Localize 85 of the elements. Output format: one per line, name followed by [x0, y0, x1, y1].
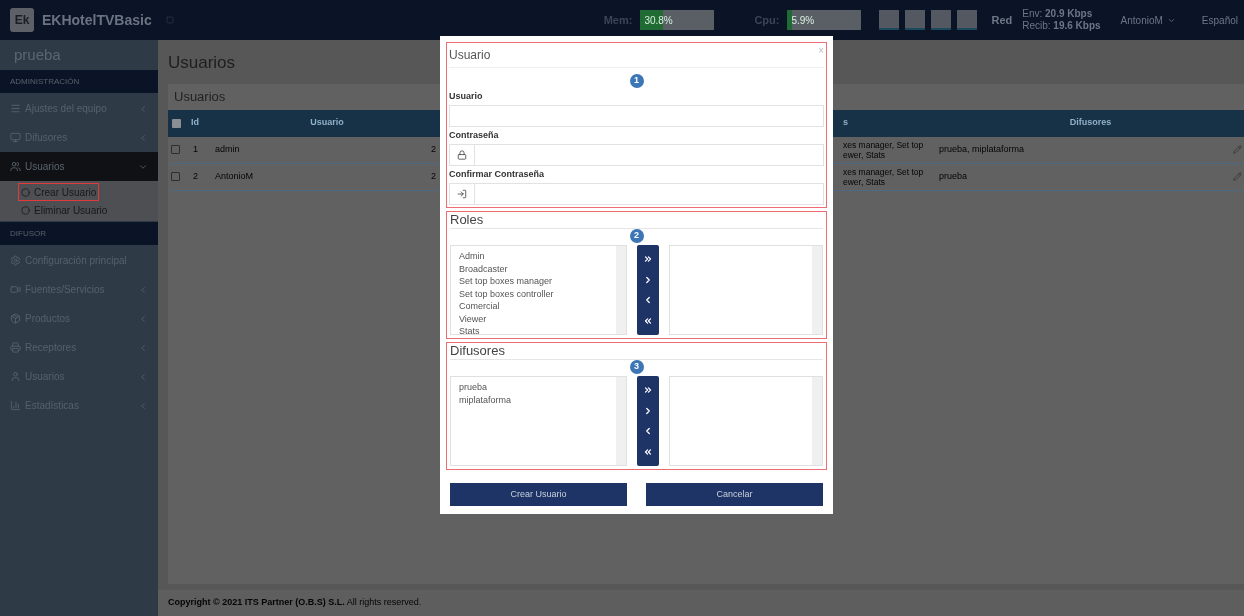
list-option[interactable]: Stats — [459, 325, 480, 338]
app-name: EKHotelTVBasic — [42, 10, 152, 30]
table-cell-text: AntonioM — [215, 169, 255, 183]
table-cell-text: admin — [215, 142, 241, 156]
sent-rate: Env: 20.9 Kbps — [1022, 8, 1094, 20]
row-checkbox[interactable] — [171, 145, 180, 154]
number-badge: 3 — [629, 360, 644, 374]
user-menu[interactable]: AntonioM — [1120, 12, 1176, 28]
selected-list[interactable] — [668, 376, 823, 466]
meter-reading: 30.8% — [644, 14, 673, 28]
menu-item-icon — [10, 284, 21, 295]
table-cell-text: prueba, miplataforma — [939, 142, 1026, 156]
list-option[interactable]: Set top boxes manager — [459, 275, 553, 288]
mini-graph — [931, 10, 952, 30]
received-rate: Recib: 19.6 Kbps — [1022, 20, 1101, 32]
row-checkbox[interactable] — [171, 172, 180, 181]
options-list[interactable]: Admin Broadcaster Set top boxes manager Set top boxes controller Comercial Viewer Stats — [450, 245, 627, 335]
number-badge: 2 — [629, 229, 644, 243]
list-option[interactable]: miplataforma — [459, 393, 512, 406]
arrow-button-icon[interactable] — [642, 446, 653, 457]
table-cell-text: xes manager, Set top ewer, Stats — [843, 166, 925, 187]
page-title: Usuarios — [167, 52, 237, 74]
menu-item-icon — [10, 161, 21, 172]
mini-graph — [879, 10, 900, 30]
sign-in-icon — [457, 189, 467, 199]
logo: Ek — [10, 8, 34, 32]
section-heading: DIFUSOR — [0, 222, 158, 245]
edit-icon[interactable] — [1233, 172, 1242, 181]
menu-item-icon — [10, 132, 21, 143]
field-label: Confirmar Contraseña — [449, 168, 546, 180]
menu-item-icon — [10, 313, 21, 324]
copyright-text: Copyright © 2021 ITS Partner (O.B.S) S.L. All rights reserved. — [168, 596, 422, 610]
menu-item-icon — [10, 342, 21, 353]
list-option[interactable]: Set top boxes controller — [459, 287, 554, 300]
input-field[interactable] — [449, 144, 824, 166]
arrow-button-icon[interactable] — [642, 254, 653, 265]
caret-icon — [138, 313, 148, 324]
table-cell-text: xes manager, Set top ewer, Stats — [843, 139, 925, 160]
selected-list[interactable] — [668, 245, 823, 335]
language-menu[interactable]: Español — [1201, 12, 1238, 28]
card-title: Usuarios — [173, 87, 227, 106]
list-option[interactable]: Comercial — [459, 300, 500, 313]
menu-item-icon — [10, 255, 21, 266]
options-list[interactable]: prueba miplataforma — [450, 376, 627, 466]
mini-graph — [905, 10, 926, 30]
toggle-icon[interactable] — [166, 16, 174, 24]
caret-icon — [138, 371, 148, 382]
section-heading: ADMINISTRACIÓN — [0, 70, 158, 93]
table-cell-text: 2 — [431, 142, 437, 156]
arrow-button-icon[interactable] — [642, 315, 653, 326]
list-option[interactable]: Broadcaster — [459, 262, 508, 275]
table-cell-text: 2 — [192, 169, 199, 183]
table-cell-text: prueba — [939, 169, 969, 183]
circle-icon — [21, 187, 30, 197]
menu-item-icon — [10, 103, 21, 114]
list-option[interactable]: Viewer — [459, 312, 487, 325]
caret-icon — [138, 284, 148, 295]
network-label: Red — [991, 12, 1013, 28]
table-cell-text: 2 — [431, 169, 437, 183]
meter-reading: 5.9% — [791, 14, 815, 28]
sidebar-item[interactable]: Usuarios — [0, 152, 158, 181]
list-option[interactable]: Admin — [459, 250, 485, 263]
select-all-checkbox[interactable] — [172, 118, 181, 128]
list-option[interactable]: prueba — [459, 381, 488, 394]
input-field[interactable] — [449, 183, 824, 205]
arrow-button-icon[interactable] — [642, 385, 653, 396]
table-cell-text: 1 — [192, 142, 199, 156]
field-label: Usuario — [449, 90, 484, 102]
caret-icon — [138, 400, 148, 411]
caret-icon — [138, 103, 148, 114]
circle-icon — [21, 205, 30, 215]
dialog-button[interactable]: Crear Usuario — [450, 483, 627, 506]
section-title: Difusores — [450, 343, 506, 359]
lock-icon — [457, 150, 467, 160]
menu-item-icon — [10, 400, 21, 411]
edit-icon[interactable] — [1233, 145, 1242, 154]
caret-icon — [138, 342, 148, 353]
modal-title: Usuario — [449, 47, 491, 64]
menu-item-icon — [10, 371, 21, 382]
caret-icon — [138, 132, 148, 143]
section-title: Roles — [450, 212, 485, 228]
number-badge: 1 — [629, 74, 644, 88]
input-field[interactable] — [449, 105, 824, 127]
mini-graph — [957, 10, 978, 30]
dialog-button[interactable]: Cancelar — [646, 483, 823, 506]
